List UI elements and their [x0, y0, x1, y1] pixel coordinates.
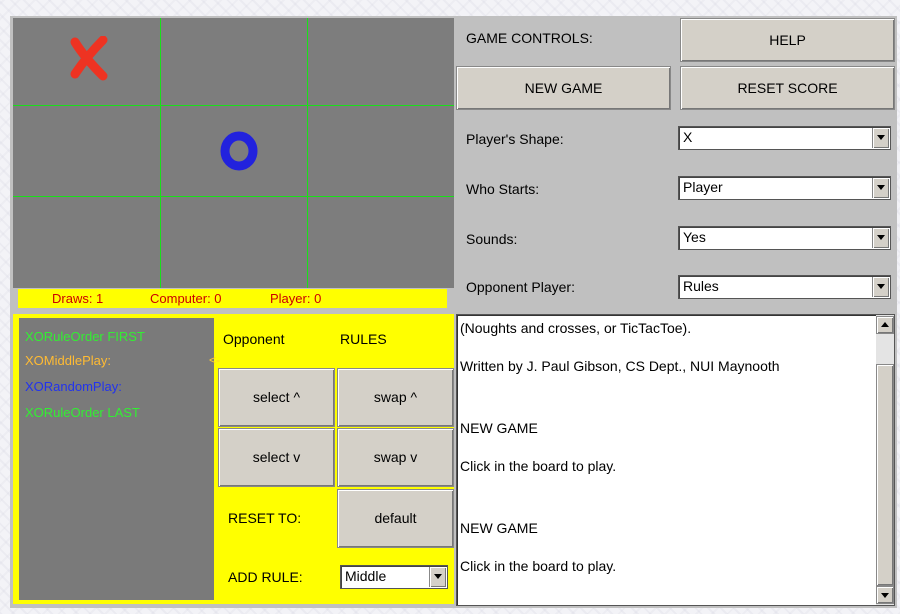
- players-shape-select[interactable]: X: [678, 126, 891, 150]
- log-line: Click in the board to play.: [460, 458, 617, 474]
- draws-count: Draws: 1: [52, 291, 104, 306]
- board-cell-3[interactable]: [308, 18, 454, 105]
- opponent-player-value: Rules: [683, 278, 719, 294]
- scroll-thumb[interactable]: [876, 364, 894, 586]
- board-cell-6[interactable]: [308, 106, 454, 196]
- who-starts-value: Player: [683, 179, 723, 195]
- chevron-down-icon[interactable]: [872, 277, 889, 297]
- sounds-label: Sounds:: [466, 231, 518, 247]
- reset-score-button[interactable]: RESET SCORE: [680, 66, 895, 110]
- board-cell-4[interactable]: [13, 106, 160, 196]
- game-controls-label: GAME CONTROLS:: [466, 30, 593, 46]
- who-starts-label: Who Starts:: [466, 181, 540, 197]
- scroll-up-icon[interactable]: [876, 316, 894, 334]
- board-cell-2[interactable]: [161, 18, 307, 105]
- opponent-label: Opponent: [223, 331, 285, 347]
- log-scrollbar[interactable]: [876, 315, 894, 605]
- o-mark: [220, 131, 258, 171]
- opponent-player-select[interactable]: Rules: [678, 275, 891, 299]
- players-shape-value: X: [683, 129, 693, 145]
- swap-up-button[interactable]: swap ^: [337, 368, 454, 427]
- opponent-player-label: Opponent Player:: [466, 279, 575, 295]
- chevron-down-icon[interactable]: [872, 228, 889, 248]
- tictactoe-applet: Draws: 1 Computer: 0 Player: 0 XORuleOrd…: [10, 16, 897, 608]
- log-line: NEW GAME: [460, 520, 538, 536]
- message-log[interactable]: (Noughts and crosses, or TicTacToe). Wri…: [456, 314, 895, 606]
- chevron-down-icon[interactable]: [872, 128, 889, 148]
- player-score: Player: 0: [270, 291, 322, 306]
- computer-score: Computer: 0: [150, 291, 222, 306]
- log-line: NEW GAME: [460, 420, 538, 436]
- game-board[interactable]: [13, 18, 454, 288]
- who-starts-select[interactable]: Player: [678, 176, 891, 200]
- log-line: Written by J. Paul Gibson, CS Dept., NUI…: [460, 358, 780, 374]
- rule-item-middle[interactable]: XOMiddlePlay:: [25, 353, 111, 368]
- add-rule-value: Middle: [345, 568, 387, 584]
- rule-item-random[interactable]: XORandomPlay:: [25, 379, 122, 394]
- sounds-select[interactable]: Yes: [678, 226, 891, 250]
- board-cell-8[interactable]: [161, 197, 307, 288]
- help-button[interactable]: HELP: [680, 18, 895, 62]
- rule-item-last[interactable]: XORuleOrder LAST: [25, 405, 140, 420]
- add-rule-label: ADD RULE:: [228, 569, 303, 585]
- sounds-value: Yes: [683, 229, 706, 245]
- x-mark: [70, 36, 108, 81]
- rule-list[interactable]: XORuleOrder FIRST XOMiddlePlay: XORandom…: [19, 318, 220, 600]
- log-line: Click in the board to play.: [460, 558, 617, 574]
- select-up-button[interactable]: select ^: [218, 368, 335, 427]
- add-rule-select[interactable]: Middle: [340, 565, 448, 589]
- select-down-button[interactable]: select v: [218, 428, 335, 487]
- rule-item-first[interactable]: XORuleOrder FIRST: [25, 329, 145, 344]
- rules-label: RULES: [340, 331, 387, 347]
- players-shape-label: Player's Shape:: [466, 131, 564, 147]
- chevron-down-icon[interactable]: [429, 567, 446, 587]
- scroll-down-icon[interactable]: [876, 586, 894, 604]
- board-cell-9[interactable]: [308, 197, 454, 288]
- log-line: (Noughts and crosses, or TicTacToe).: [460, 320, 692, 336]
- reset-to-label: RESET TO:: [228, 510, 302, 526]
- chevron-down-icon[interactable]: [872, 178, 889, 198]
- selected-rule-arrow: <-: [209, 353, 221, 367]
- score-bar: Draws: 1 Computer: 0 Player: 0: [18, 289, 447, 308]
- new-game-button[interactable]: NEW GAME: [456, 66, 671, 110]
- rules-panel: XORuleOrder FIRST XOMiddlePlay: XORandom…: [13, 314, 454, 604]
- board-cell-7[interactable]: [13, 197, 160, 288]
- default-button[interactable]: default: [337, 489, 454, 548]
- swap-down-button[interactable]: swap v: [337, 428, 454, 487]
